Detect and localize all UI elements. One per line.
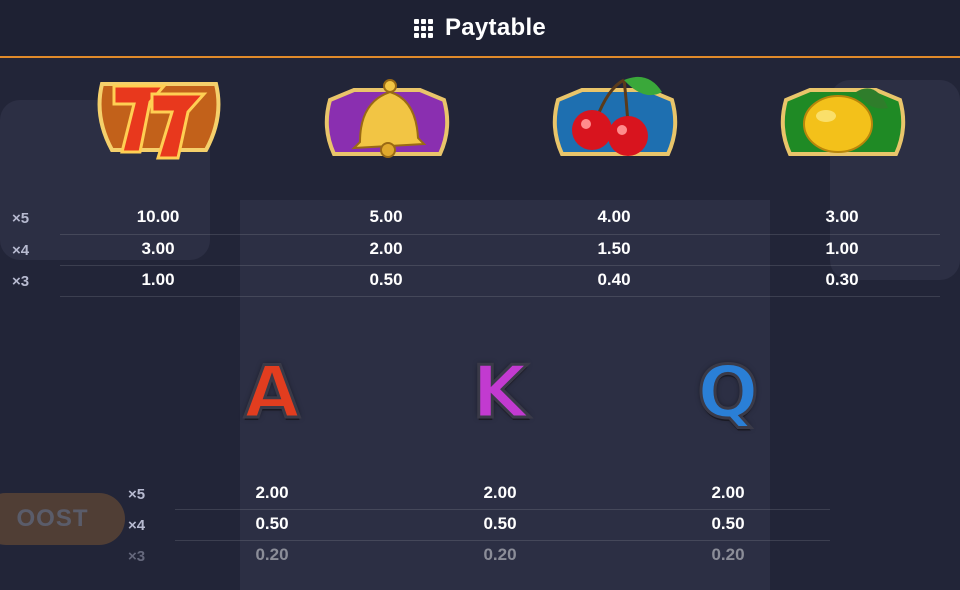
divider bbox=[60, 296, 940, 297]
multiplier-label: ×4 bbox=[128, 517, 146, 534]
cherry-pay-x4: 1.50 bbox=[597, 239, 631, 258]
q-symbol-icon: Q bbox=[696, 349, 760, 436]
seven-pay-x4: 3.00 bbox=[141, 239, 175, 258]
q-pay-x5: 2.00 bbox=[711, 483, 745, 502]
k-pay-x3: 0.20 bbox=[483, 545, 517, 564]
k-pay-x4: 0.50 bbox=[483, 514, 517, 533]
divider bbox=[175, 509, 830, 510]
a-pay-x4: 0.50 bbox=[255, 514, 289, 533]
multiplier-label: ×5 bbox=[128, 486, 146, 503]
cherry-pay-x5: 4.00 bbox=[597, 207, 631, 226]
lemon-pay-x4: 1.00 bbox=[825, 239, 859, 258]
q-pay-x3: 0.20 bbox=[711, 545, 745, 564]
letter-row-x3: ×3 0.20 0.20 0.20 bbox=[0, 545, 960, 575]
bell-pay-x3: 0.50 bbox=[369, 270, 403, 289]
multiplier-label: ×3 bbox=[128, 548, 146, 565]
seven-pay-x5: 10.00 bbox=[136, 207, 180, 226]
cherry-symbol-icon bbox=[552, 76, 678, 156]
seven-symbol-icon bbox=[97, 82, 221, 160]
bell-symbol-icon bbox=[324, 79, 450, 158]
k-symbol-icon: K bbox=[471, 349, 530, 436]
a-symbol-icon: A bbox=[243, 349, 302, 436]
a-pay-x5: 2.00 bbox=[255, 483, 289, 502]
divider bbox=[60, 234, 940, 235]
lemon-pay-x3: 0.30 bbox=[825, 270, 859, 289]
divider bbox=[60, 265, 940, 266]
seven-pay-x3: 1.00 bbox=[141, 270, 175, 289]
q-pay-x4: 0.50 bbox=[711, 514, 745, 533]
multiplier-label: ×3 bbox=[12, 273, 30, 290]
multiplier-label: ×4 bbox=[12, 242, 30, 259]
page-title: Paytable bbox=[444, 14, 547, 41]
lemon-symbol-icon bbox=[780, 88, 906, 156]
lemon-pay-x5: 3.00 bbox=[825, 207, 859, 226]
bell-pay-x4: 2.00 bbox=[369, 239, 403, 258]
grid-menu-icon[interactable] bbox=[413, 18, 433, 38]
divider bbox=[175, 540, 830, 541]
cherry-pay-x3: 0.40 bbox=[597, 270, 631, 289]
paytable-row-x5: ×5 10.00 5.00 4.00 3.00 bbox=[0, 207, 960, 237]
bell-pay-x5: 5.00 bbox=[369, 207, 403, 226]
k-pay-x5: 2.00 bbox=[483, 483, 517, 502]
multiplier-label: ×5 bbox=[12, 210, 30, 227]
a-pay-x3: 0.20 bbox=[255, 545, 289, 564]
paytable-header: Paytable bbox=[0, 0, 960, 58]
